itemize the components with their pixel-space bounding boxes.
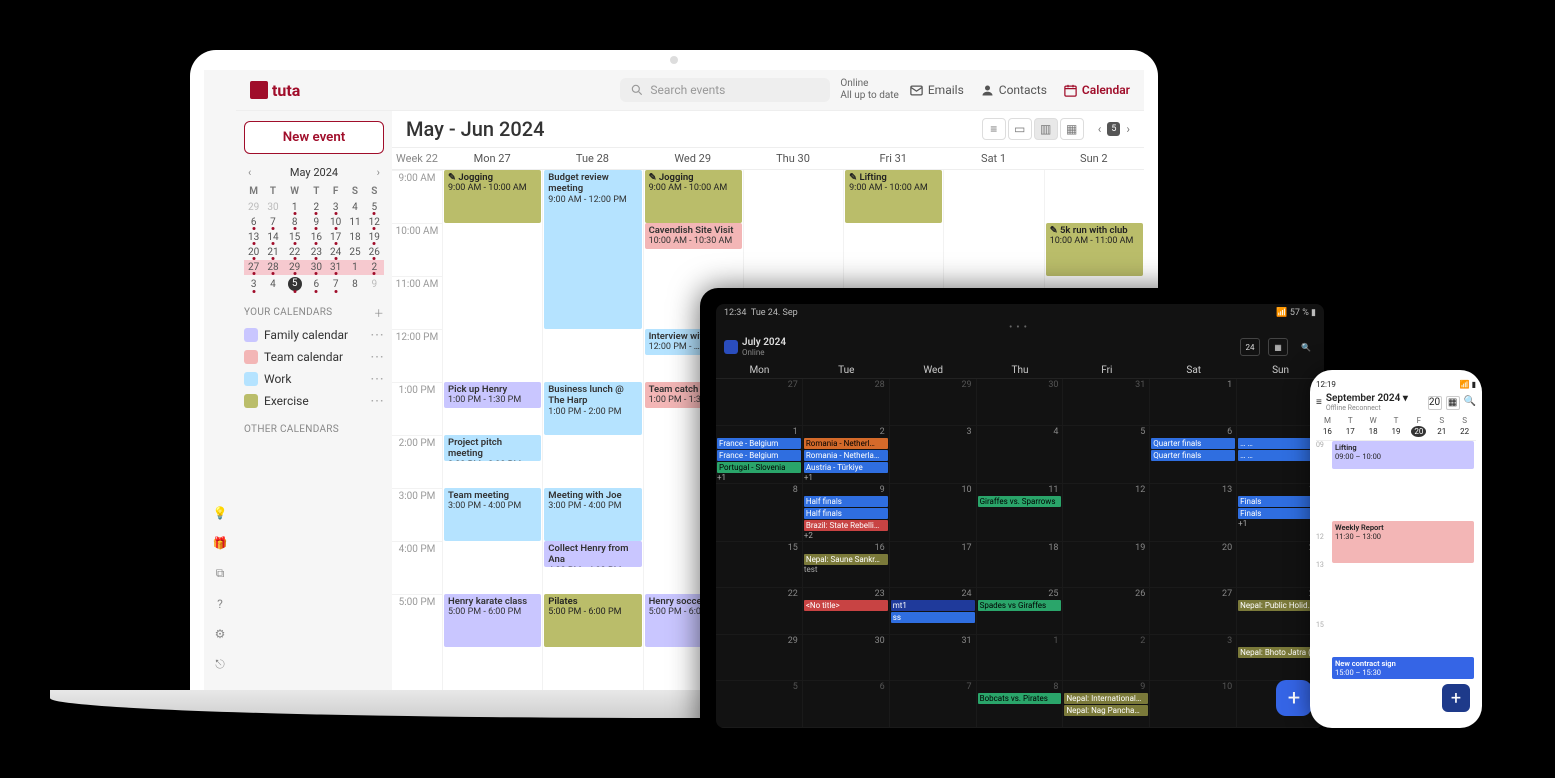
today-button[interactable]: 20: [1428, 396, 1442, 410]
event[interactable]: ✎ Lifting9:00 AM - 10:00 AM: [845, 170, 942, 223]
event[interactable]: Half finals: [804, 508, 888, 519]
event[interactable]: Pick up Henry1:00 PM - 1:30 PM: [444, 382, 541, 408]
prev-week[interactable]: ‹: [1098, 122, 1102, 136]
phone-device: 12:19📶 ▮ ≡ September 2024 ▾ Offline Reco…: [1310, 370, 1482, 728]
tablet-device: 12:34 Tue 24. Sep 📶 57 % ▮ ••• July 2024…: [700, 288, 1340, 744]
view-day[interactable]: ▭: [1008, 118, 1032, 140]
new-event-button[interactable]: New event: [244, 121, 384, 154]
logo: tuta: [250, 81, 314, 100]
tab-emails[interactable]: Emails: [909, 83, 964, 98]
view-month[interactable]: ▦: [1060, 118, 1084, 140]
next-week[interactable]: ›: [1126, 122, 1130, 136]
event[interactable]: Henry karate class5:00 PM - 6:00 PM: [444, 594, 541, 647]
more-icon[interactable]: ⋯: [370, 327, 384, 343]
menu-icon[interactable]: ≡: [1316, 397, 1322, 408]
view-agenda[interactable]: ≡: [982, 118, 1006, 140]
calendar-item[interactable]: Work⋯: [244, 368, 384, 390]
tab-contacts[interactable]: Contacts: [980, 83, 1047, 98]
view-week[interactable]: ▥: [1034, 118, 1058, 140]
gear-icon[interactable]: ⚙: [215, 627, 226, 641]
tab-calendar[interactable]: Calendar: [1063, 83, 1130, 98]
gift-icon[interactable]: 🎁: [213, 536, 228, 550]
calendar-item[interactable]: Team calendar⋯: [244, 346, 384, 368]
event[interactable]: Lifting09:00 – 10:00: [1332, 441, 1474, 469]
logout-icon[interactable]: ⎋: [215, 657, 225, 672]
event[interactable]: Nepal: Nag Pancha…: [1064, 705, 1148, 716]
more-icon[interactable]: ⋯: [370, 349, 384, 365]
add-event-fab[interactable]: +: [1442, 684, 1470, 712]
event[interactable]: Half finals: [804, 496, 888, 507]
calendar-icon: [724, 340, 738, 354]
event[interactable]: Team meeting3:00 PM - 4:00 PM: [444, 488, 541, 541]
event[interactable]: Nepal: International…: [1064, 693, 1148, 704]
event[interactable]: France - Belgium: [717, 450, 801, 461]
mini-month-label: May 2024: [290, 166, 338, 179]
event[interactable]: Quarter finals: [1151, 450, 1235, 461]
sync-status: OnlineAll up to date: [840, 78, 899, 102]
event[interactable]: Cavendish Site Visit10:00 AM - 10:30 AM: [645, 223, 742, 249]
calendar-item[interactable]: Exercise⋯: [244, 390, 384, 412]
event[interactable]: Romania - Netherla…: [804, 450, 888, 461]
event[interactable]: Austria - Türkiye: [804, 462, 888, 473]
search-input[interactable]: Search events: [620, 78, 830, 102]
event[interactable]: ✎ Jogging9:00 AM - 10:00 AM: [645, 170, 742, 223]
today-button[interactable]: 5: [1107, 122, 1120, 136]
calendar-item[interactable]: Family calendar⋯: [244, 324, 384, 346]
more-menu[interactable]: •••: [716, 322, 1324, 333]
event[interactable]: France - Belgium: [717, 438, 801, 449]
search-icon: [630, 83, 644, 97]
left-rail: 💡 🎁 ⧉ ? ⚙ ⎋: [204, 70, 236, 690]
event[interactable]: Brazil: State Rebelli…: [804, 520, 888, 531]
event[interactable]: Portugal - Slovenia: [717, 462, 801, 473]
event[interactable]: ✎ Jogging9:00 AM - 10:00 AM: [444, 170, 541, 223]
event[interactable]: ✎ 5k run with club10:00 AM - 11:00 AM: [1046, 223, 1143, 276]
event[interactable]: Bobcats vs. Pirates: [978, 693, 1062, 704]
event[interactable]: Meeting with Joe3:00 PM - 4:00 PM: [544, 488, 641, 541]
help-icon[interactable]: ?: [217, 597, 223, 611]
bulb-icon[interactable]: 💡: [213, 506, 228, 520]
mini-calendar[interactable]: MTWTFSS 29301234567891011121314151617181…: [244, 183, 384, 293]
search-button[interactable]: 🔍: [1296, 338, 1316, 356]
event[interactable]: Nepal: Saune Sankr…: [804, 554, 888, 565]
event[interactable]: Budget review meeting9:00 AM - 12:00 PM: [544, 170, 641, 329]
event[interactable]: Romania - Netherl…: [804, 438, 888, 449]
search-icon[interactable]: 🔍: [1464, 396, 1476, 410]
event[interactable]: Business lunch @ The Harp1:00 PM - 2:00 …: [544, 382, 641, 435]
add-calendar-icon[interactable]: ＋: [374, 305, 384, 320]
mini-prev[interactable]: ‹: [248, 166, 251, 179]
copy-icon[interactable]: ⧉: [216, 566, 225, 581]
more-icon[interactable]: ⋯: [370, 371, 384, 387]
event[interactable]: Pilates5:00 PM - 6:00 PM: [544, 594, 641, 647]
event[interactable]: Weekly Report11:30 – 13:00: [1332, 521, 1474, 563]
event[interactable]: <No title>: [804, 600, 888, 611]
event[interactable]: Collect Henry from Ana4:00 PM - 4:30 PM: [544, 541, 641, 567]
event[interactable]: Quarter finals: [1151, 438, 1235, 449]
more-icon[interactable]: ⋯: [370, 393, 384, 409]
event[interactable]: Giraffes vs. Sparrows: [978, 496, 1062, 507]
view-grid[interactable]: ▦: [1446, 396, 1460, 410]
add-event-fab[interactable]: +: [1276, 680, 1312, 716]
event[interactable]: ss: [891, 612, 975, 623]
event[interactable]: New contract sign15:00 – 15:30: [1332, 657, 1474, 679]
today-button[interactable]: 24: [1240, 338, 1260, 356]
mini-next[interactable]: ›: [377, 166, 380, 179]
date-range: May - Jun 2024: [406, 117, 544, 141]
event[interactable]: mt1: [891, 600, 975, 611]
view-grid[interactable]: ▦: [1268, 338, 1288, 356]
event[interactable]: Project pitch meeting2:00 PM - 2:30 PM: [444, 435, 541, 461]
event[interactable]: Spades vs Giraffes: [978, 600, 1062, 611]
